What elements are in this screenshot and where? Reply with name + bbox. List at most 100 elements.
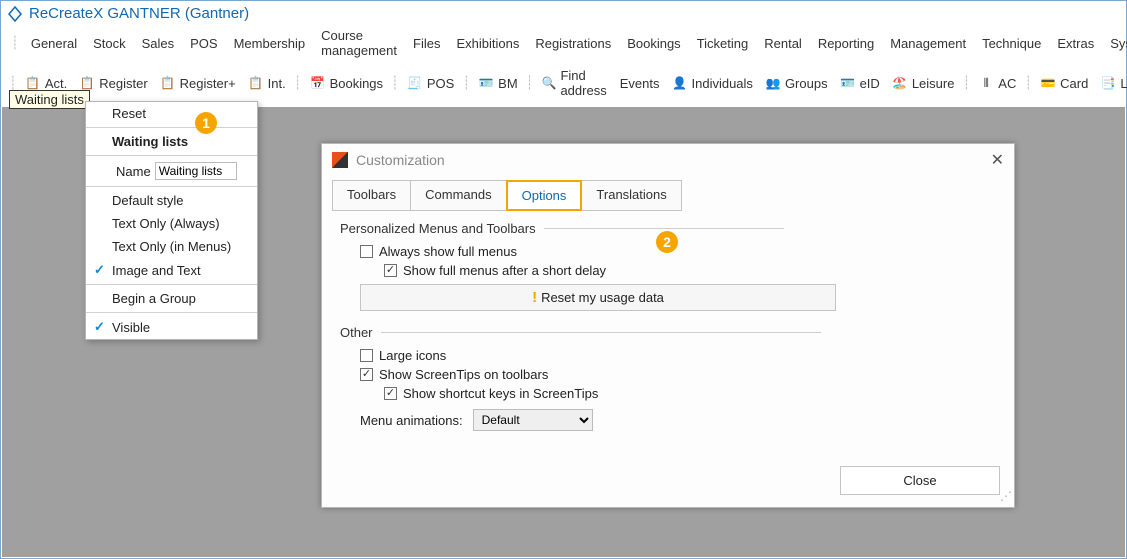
menu-animations-select[interactable]: Default	[473, 409, 593, 431]
search-icon: 🔍	[542, 75, 557, 91]
menu-exhibitions[interactable]: Exhibitions	[448, 34, 527, 53]
chk-shortcut-keys[interactable]: ✓ Show shortcut keys in ScreenTips	[384, 386, 996, 401]
checkbox-checked-icon: ✓	[360, 368, 373, 381]
tab-toolbars[interactable]: Toolbars	[332, 180, 411, 211]
toolbar-separator: ┊	[391, 75, 399, 91]
app-title: ReCreateX GANTNER (Gantner)	[29, 5, 249, 22]
checkbox-checked-icon: ✓	[384, 264, 397, 277]
reset-usage-data-button[interactable]: ! Reset my usage data	[360, 284, 836, 311]
customization-dialog: Customization ✕ Toolbars Commands Option…	[321, 143, 1015, 508]
context-menu: Reset Waiting lists Name Default style T…	[85, 101, 258, 340]
menu-extras[interactable]: Extras	[1049, 34, 1102, 53]
close-icon[interactable]: ✕	[991, 150, 1004, 170]
checkbox-checked-icon: ✓	[384, 387, 397, 400]
tool-individuals[interactable]: 👤Individuals	[666, 73, 759, 93]
list-icon: 📑	[1100, 75, 1116, 91]
menu-pos[interactable]: POS	[182, 34, 225, 53]
ctx-default-style[interactable]: Default style	[86, 189, 257, 212]
tool-groups[interactable]: 👥Groups	[759, 73, 834, 93]
clipboard-icon: 📋	[25, 75, 41, 91]
tool-find-address[interactable]: 🔍Find address	[536, 66, 614, 100]
menu-general[interactable]: General	[23, 34, 85, 53]
ctx-waiting-lists[interactable]: Waiting lists	[86, 130, 257, 153]
tool-leisure[interactable]: 🏖️Leisure	[886, 73, 961, 93]
menu-rental[interactable]: Rental	[756, 34, 810, 53]
toolbar-separator: ┊	[1024, 75, 1032, 91]
leisure-icon: 🏖️	[892, 75, 908, 91]
tool-pos[interactable]: 🧾POS	[401, 73, 460, 93]
ctx-reset[interactable]: Reset	[86, 102, 257, 125]
tool-events[interactable]: Events	[614, 74, 666, 93]
barcode-icon: ⦀	[978, 75, 994, 91]
toolbar: ┊ 📋Act. 📋Register 📋Register+ 📋Int. ┊ 📅Bo…	[1, 62, 1126, 104]
clipboard-icon: 📋	[79, 75, 95, 91]
chk-always-full-menus[interactable]: Always show full menus	[360, 244, 996, 259]
ctx-name-input[interactable]	[155, 162, 237, 180]
tool-bookings[interactable]: 📅Bookings	[304, 73, 389, 93]
annotation-2: 2	[656, 231, 678, 253]
tool-logging[interactable]: 📑Logging	[1094, 73, 1127, 93]
menubar: ┊ General Stock Sales POS Membership Cou…	[1, 24, 1126, 62]
menu-files[interactable]: Files	[405, 34, 448, 53]
cash-icon: 🧾	[407, 75, 423, 91]
menu-system[interactable]: System	[1102, 34, 1127, 53]
tool-ac[interactable]: ⦀AC	[972, 73, 1022, 93]
check-icon: ✓	[94, 319, 112, 335]
check-icon: ✓	[94, 262, 112, 278]
menu-technique[interactable]: Technique	[974, 34, 1049, 53]
toolbar-separator: ┊	[9, 75, 17, 91]
ctx-visible[interactable]: ✓Visible	[86, 315, 257, 339]
chk-after-delay[interactable]: ✓ Show full menus after a short delay	[384, 263, 996, 278]
annotation-1: 1	[195, 112, 217, 134]
menu-reporting[interactable]: Reporting	[810, 34, 882, 53]
tab-options[interactable]: Options	[506, 180, 583, 211]
tab-translations[interactable]: Translations	[581, 180, 681, 211]
toolbar-separator: ┊	[962, 75, 970, 91]
person-icon: 👤	[672, 75, 688, 91]
tool-eid[interactable]: 🪪eID	[834, 73, 886, 93]
tab-commands[interactable]: Commands	[410, 180, 506, 211]
dialog-title: Customization	[356, 152, 445, 168]
exclamation-icon: !	[532, 289, 537, 306]
waiting-lists-tag[interactable]: Waiting lists	[9, 90, 90, 109]
menu-ticketing[interactable]: Ticketing	[689, 34, 757, 53]
menu-registrations[interactable]: Registrations	[527, 34, 619, 53]
menu-stock[interactable]: Stock	[85, 34, 134, 53]
menu-management[interactable]: Management	[882, 34, 974, 53]
menu-membership[interactable]: Membership	[226, 34, 314, 53]
clipboard-icon: 📋	[248, 75, 264, 91]
ctx-begin-group[interactable]: Begin a Group	[86, 287, 257, 310]
menu-sales[interactable]: Sales	[134, 34, 183, 53]
dialog-tabs: Toolbars Commands Options Translations	[332, 180, 1004, 211]
ctx-image-and-text[interactable]: ✓Image and Text	[86, 258, 257, 282]
group-other: Other Large icons ✓ Show ScreenTips on t…	[340, 325, 996, 431]
card-icon: 🪪	[478, 75, 494, 91]
toolbar-separator: ┊	[526, 75, 534, 91]
checkbox-icon	[360, 245, 373, 258]
toolbar-separator: ┊	[462, 75, 470, 91]
ctx-name-label: Name	[116, 164, 151, 179]
titlebar: ReCreateX GANTNER (Gantner)	[1, 1, 1126, 24]
tool-bm[interactable]: 🪪BM	[472, 73, 524, 93]
ctx-text-only-menus[interactable]: Text Only (in Menus)	[86, 235, 257, 258]
close-button[interactable]: Close	[840, 466, 1000, 495]
ctx-name-row: Name	[86, 158, 257, 184]
dialog-footer: Close	[840, 466, 1000, 495]
ctx-text-only-always[interactable]: Text Only (Always)	[86, 212, 257, 235]
menu-course-management[interactable]: Course management	[313, 26, 405, 60]
menubar-separator: ┊	[11, 35, 19, 51]
tool-int[interactable]: 📋Int.	[242, 73, 292, 93]
dialog-icon	[332, 152, 348, 168]
calendar-icon: 📅	[310, 75, 326, 91]
app-logo-icon	[7, 6, 23, 22]
tool-card[interactable]: 💳Card	[1034, 73, 1094, 93]
chk-screentips[interactable]: ✓ Show ScreenTips on toolbars	[360, 367, 996, 382]
dialog-header: Customization ✕	[322, 144, 1014, 176]
menu-bookings[interactable]: Bookings	[619, 34, 688, 53]
chk-large-icons[interactable]: Large icons	[360, 348, 996, 363]
id-card-icon: 🪪	[840, 75, 856, 91]
people-icon: 👥	[765, 75, 781, 91]
resize-grip-icon[interactable]: ⋰	[1000, 489, 1010, 503]
tool-register-plus[interactable]: 📋Register+	[154, 73, 242, 93]
menu-animations-row: Menu animations: Default	[340, 409, 996, 431]
